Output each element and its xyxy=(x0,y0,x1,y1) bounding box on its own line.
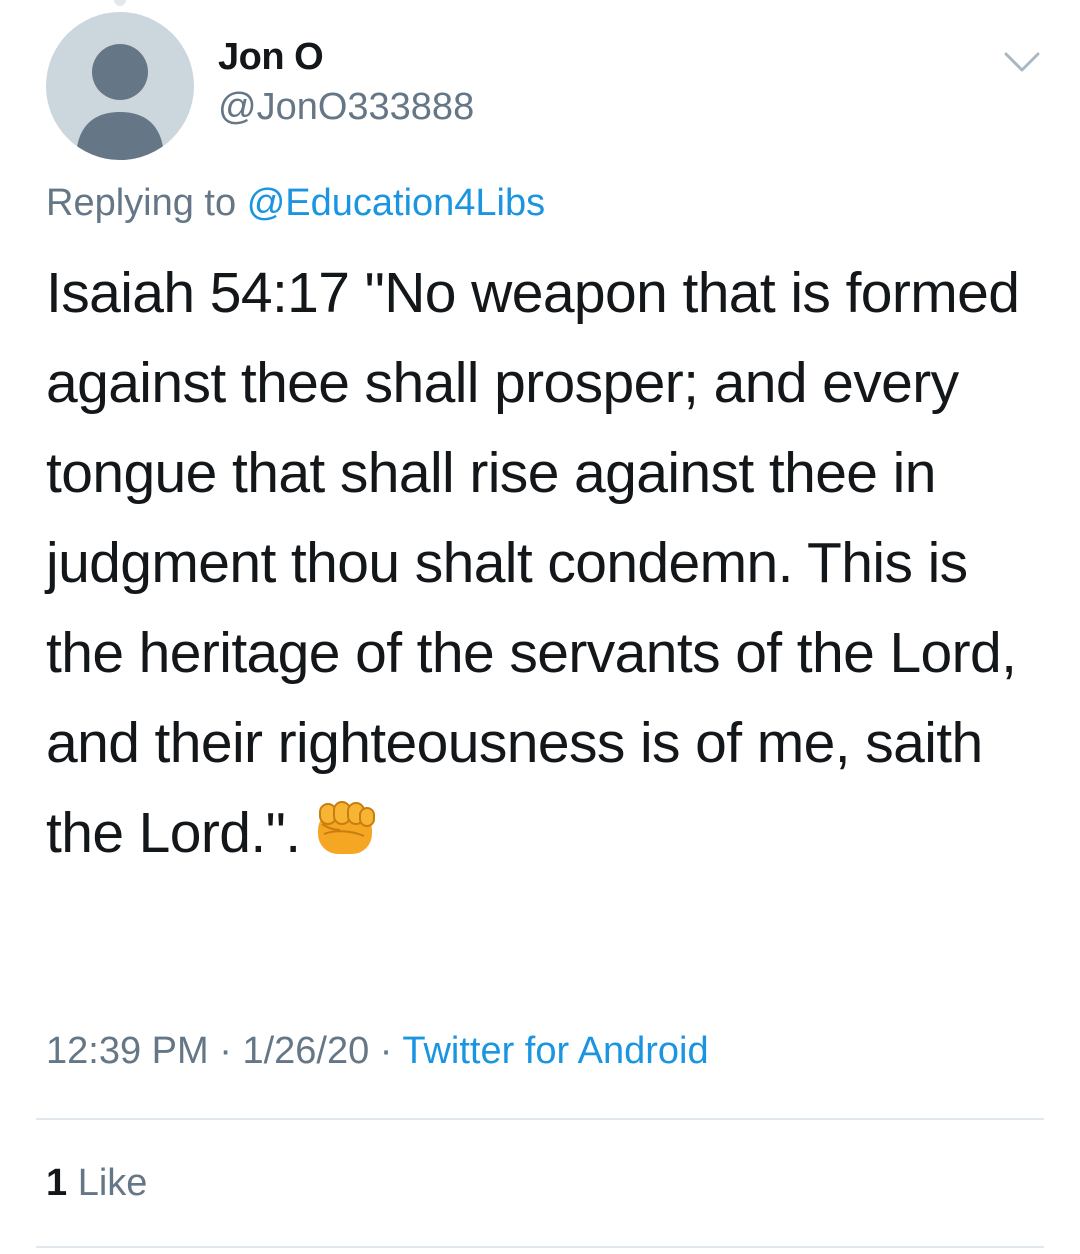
replying-to-label: Replying to xyxy=(46,182,237,224)
tweet-date: 1/26/20 xyxy=(242,1030,370,1072)
divider xyxy=(36,1246,1044,1248)
tweet-source-link[interactable]: Twitter for Android xyxy=(402,1030,708,1072)
tweet-body: Isaiah 54:17 "No weapon that is formed a… xyxy=(46,261,1020,865)
user-handle[interactable]: @JonO333888 xyxy=(218,86,474,129)
display-name[interactable]: Jon O xyxy=(218,36,324,79)
tweet-meta: 12:39 PM · 1/26/20 · Twitter for Android xyxy=(46,1030,709,1073)
likes-stat[interactable]: 1 Like xyxy=(46,1162,147,1205)
tweet-card: Jon O @JonO333888 Replying to @Education… xyxy=(0,0,1080,1254)
divider xyxy=(36,1118,1044,1120)
tweet-text: Isaiah 54:17 "No weapon that is formed a… xyxy=(46,248,1046,884)
chevron-down-icon[interactable] xyxy=(1000,44,1044,80)
avatar[interactable] xyxy=(46,12,194,160)
oncoming-fist-icon xyxy=(314,794,378,884)
like-label: Like xyxy=(77,1162,148,1204)
default-profile-silhouette-icon xyxy=(76,44,164,160)
reply-mention-link[interactable]: @Education4Libs xyxy=(247,182,545,224)
like-count: 1 xyxy=(46,1162,68,1204)
meta-separator: · xyxy=(219,1030,232,1072)
tweet-time: 12:39 PM xyxy=(46,1030,209,1072)
thread-connector-dot xyxy=(114,0,126,6)
replying-to-line: Replying to @Education4Libs xyxy=(46,182,545,225)
meta-separator: · xyxy=(379,1030,393,1072)
